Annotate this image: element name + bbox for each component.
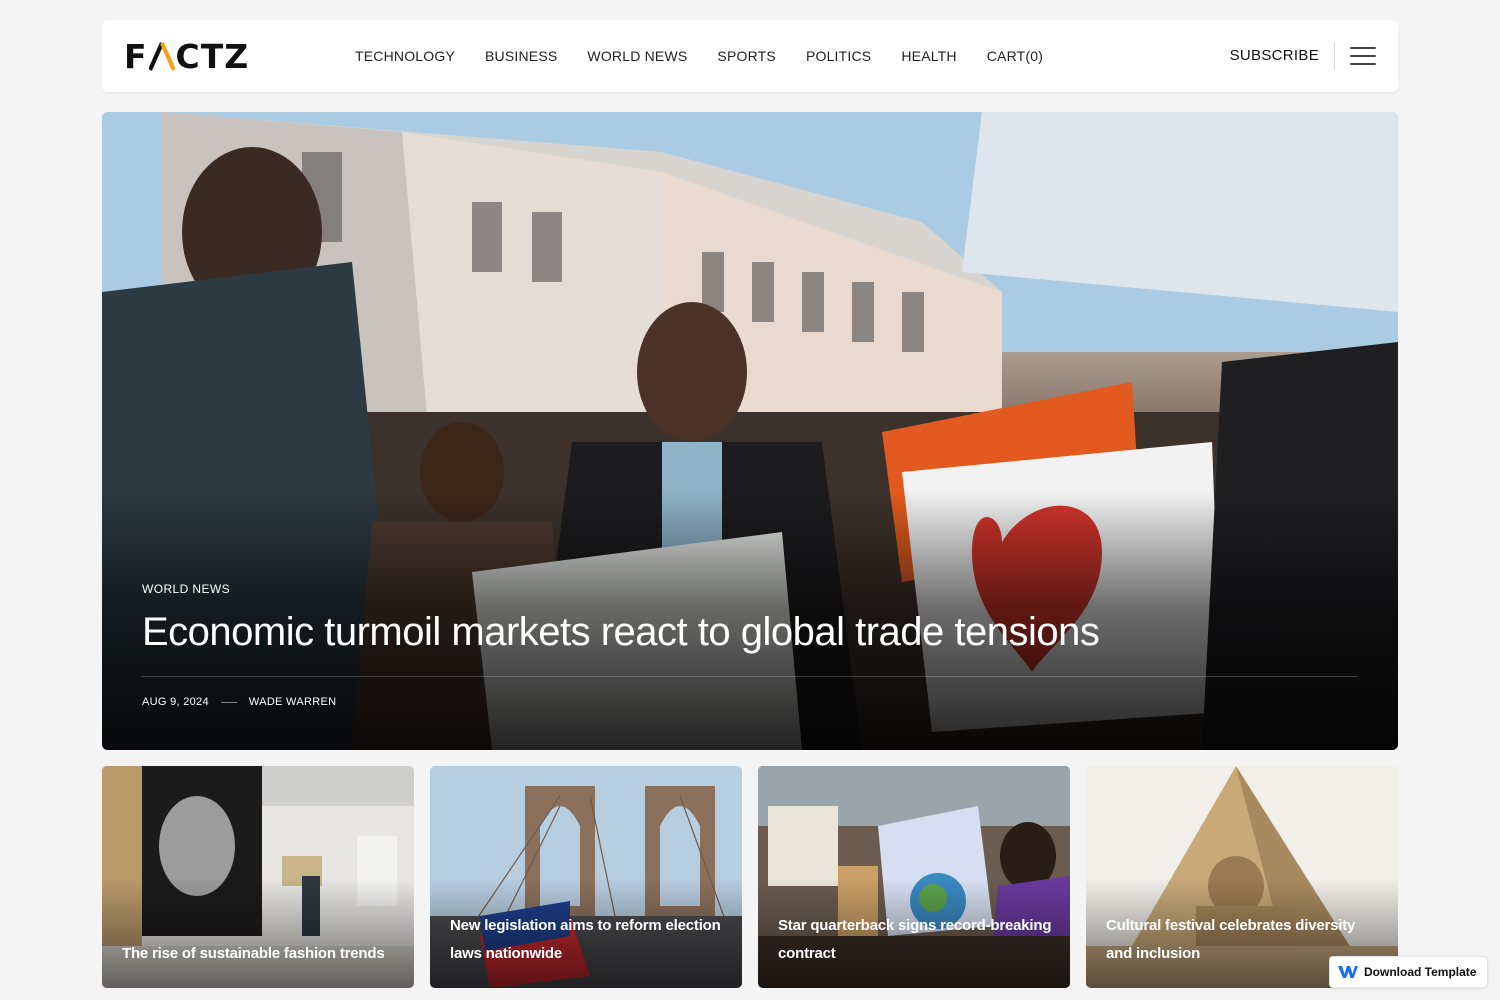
card-title[interactable]: New legislation aims to reform election … bbox=[450, 912, 724, 968]
logo-a-mark-icon bbox=[148, 41, 175, 71]
nav-item-sports[interactable]: SPORTS bbox=[717, 48, 776, 64]
nav-item-world-news[interactable]: WORLD NEWS bbox=[587, 48, 687, 64]
nav-item-cart[interactable]: CART(0) bbox=[987, 48, 1043, 64]
article-card-election[interactable]: New legislation aims to reform election … bbox=[430, 766, 742, 988]
site-logo[interactable]: F CTZ bbox=[124, 36, 250, 76]
hamburger-menu-icon[interactable] bbox=[1350, 47, 1376, 65]
nav-item-technology[interactable]: TECHNOLOGY bbox=[355, 48, 455, 64]
hero-article[interactable]: WORLD NEWS Economic turmoil markets reac… bbox=[102, 112, 1398, 750]
download-template-button[interactable]: Download Template bbox=[1329, 956, 1488, 988]
hero-author[interactable]: WADE WARREN bbox=[249, 696, 336, 708]
article-card-quarterback[interactable]: Star quarterback signs record-breaking c… bbox=[758, 766, 1070, 988]
subscribe-button[interactable]: SUBSCRIBE bbox=[1230, 47, 1319, 64]
logo-text-left: F bbox=[124, 36, 148, 76]
logo-text-right: CTZ bbox=[175, 36, 250, 76]
main-nav: TECHNOLOGY BUSINESS WORLD NEWS SPORTS PO… bbox=[355, 20, 1073, 92]
hero-category[interactable]: WORLD NEWS bbox=[142, 582, 230, 596]
header-divider bbox=[1334, 42, 1335, 70]
nav-item-health[interactable]: HEALTH bbox=[901, 48, 956, 64]
article-card-fashion[interactable]: The rise of sustainable fashion trends bbox=[102, 766, 414, 988]
webflow-logo-icon bbox=[1338, 966, 1358, 978]
nav-item-business[interactable]: BUSINESS bbox=[485, 48, 557, 64]
card-gradient-overlay bbox=[102, 878, 414, 988]
nav-item-politics[interactable]: POLITICS bbox=[806, 48, 871, 64]
hero-title[interactable]: Economic turmoil markets react to global… bbox=[142, 608, 1342, 656]
card-title[interactable]: The rise of sustainable fashion trends bbox=[122, 940, 396, 968]
article-cards: The rise of sustainable fashion trends N… bbox=[102, 766, 1398, 988]
hero-date: AUG 9, 2024 bbox=[142, 696, 209, 708]
site-header: F CTZ TECHNOLOGY BUSINESS WORLD NEWS SPO… bbox=[102, 20, 1398, 92]
hero-meta: AUG 9, 2024 WADE WARREN bbox=[142, 696, 336, 708]
hero-divider bbox=[142, 676, 1358, 677]
badge-label: Download Template bbox=[1364, 965, 1477, 979]
article-card-festival[interactable]: Cultural festival celebrates diversity a… bbox=[1086, 766, 1398, 988]
card-title[interactable]: Star quarterback signs record-breaking c… bbox=[778, 912, 1052, 968]
meta-separator bbox=[220, 701, 237, 703]
